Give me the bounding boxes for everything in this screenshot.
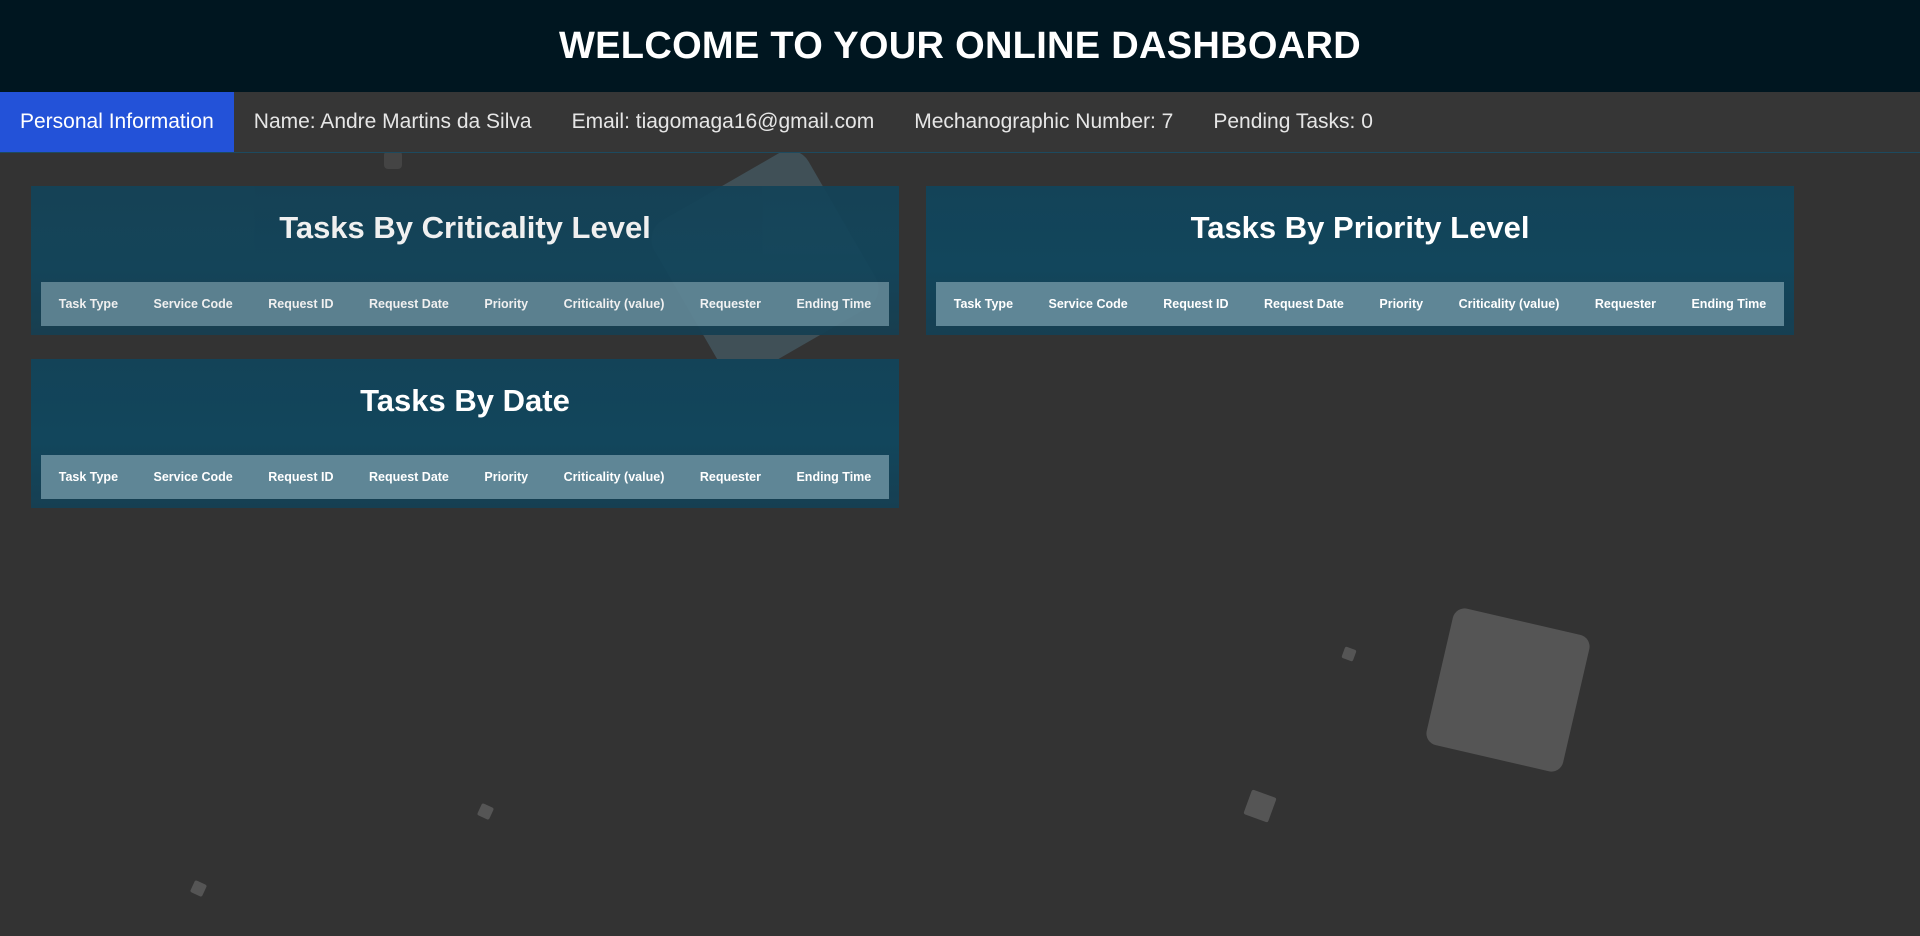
column-header-criticality[interactable]: Criticality (value) [564, 297, 665, 311]
column-header-ending-time[interactable]: Ending Time [1691, 297, 1766, 311]
column-header-task-type[interactable]: Task Type [954, 297, 1013, 311]
panel-title: Tasks By Date [360, 383, 570, 418]
page-title: WELCOME TO YOUR ONLINE DASHBOARD [559, 24, 1361, 67]
table-header-row: Task Type Service Code Request ID Reques… [41, 282, 889, 326]
page-header: WELCOME TO YOUR ONLINE DASHBOARD [0, 0, 1920, 92]
column-header-criticality[interactable]: Criticality (value) [564, 470, 665, 484]
user-email: Email: tiagomaga16@gmail.com [571, 110, 875, 133]
column-header-criticality[interactable]: Criticality (value) [1459, 297, 1560, 311]
column-header-requester[interactable]: Requester [1595, 297, 1656, 311]
background-shape-right [1424, 606, 1592, 774]
column-header-request-date[interactable]: Request Date [369, 297, 449, 311]
column-header-request-id[interactable]: Request ID [268, 297, 333, 311]
panel-title: Tasks By Priority Level [1190, 210, 1530, 245]
column-header-priority[interactable]: Priority [1379, 297, 1423, 311]
background-shape-small [1243, 789, 1277, 823]
background-shape-small [1341, 646, 1357, 662]
tasks-by-date-panel: Tasks By Date Task Type Service Code Req… [31, 359, 899, 508]
dashboard-page: WELCOME TO YOUR ONLINE DASHBOARD Persona… [0, 0, 1920, 936]
mechanographic-number: Mechanographic Number: 7 [914, 110, 1174, 133]
panel-title: Tasks By Criticality Level [279, 210, 651, 245]
column-header-task-type[interactable]: Task Type [59, 297, 118, 311]
user-name: Name: Andre Martins da Silva [253, 110, 532, 133]
personal-info-bar: Personal Information Name: Andre Martins… [0, 92, 1920, 153]
table-header-row: Task Type Service Code Request ID Reques… [936, 282, 1784, 326]
table-header-row: Task Type Service Code Request ID Reques… [41, 455, 889, 499]
column-header-request-id[interactable]: Request ID [268, 470, 333, 484]
column-header-service-code[interactable]: Service Code [154, 297, 233, 311]
background-shape-small [476, 802, 495, 821]
tasks-by-criticality-panel: Tasks By Criticality Level Task Type Ser… [31, 186, 899, 335]
column-header-request-date[interactable]: Request Date [369, 470, 449, 484]
column-header-ending-time[interactable]: Ending Time [796, 297, 871, 311]
personal-information-tab[interactable]: Personal Information [0, 92, 234, 152]
background-shape-small [189, 879, 208, 898]
pending-tasks-count: Pending Tasks: 0 [1213, 110, 1373, 133]
column-header-ending-time[interactable]: Ending Time [796, 470, 871, 484]
column-header-requester[interactable]: Requester [700, 297, 761, 311]
column-header-priority[interactable]: Priority [484, 297, 528, 311]
column-header-service-code[interactable]: Service Code [1049, 297, 1128, 311]
column-header-request-date[interactable]: Request Date [1264, 297, 1344, 311]
column-header-request-id[interactable]: Request ID [1163, 297, 1228, 311]
tasks-by-priority-panel: Tasks By Priority Level Task Type Servic… [926, 186, 1794, 335]
column-header-task-type[interactable]: Task Type [59, 470, 118, 484]
background-shape-small [384, 151, 402, 169]
column-header-priority[interactable]: Priority [484, 470, 528, 484]
column-header-requester[interactable]: Requester [700, 470, 761, 484]
column-header-service-code[interactable]: Service Code [154, 470, 233, 484]
